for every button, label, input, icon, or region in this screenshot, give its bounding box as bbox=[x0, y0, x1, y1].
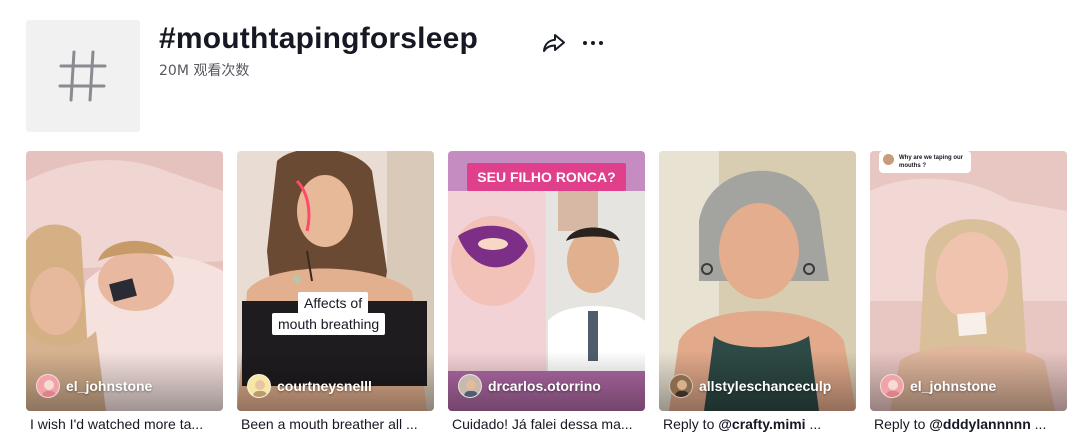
share-button[interactable] bbox=[541, 30, 567, 56]
video-caption[interactable]: Reply to @dddylannnnn ... bbox=[874, 416, 1064, 432]
video-author[interactable]: courtneysnelll bbox=[247, 374, 372, 398]
author-name: allstyleschanceculp bbox=[699, 378, 832, 394]
video-author[interactable]: drcarlos.otorrino bbox=[458, 374, 601, 398]
more-options-button[interactable] bbox=[580, 30, 606, 56]
avatar bbox=[883, 154, 894, 165]
avatar bbox=[458, 374, 482, 398]
video-caption[interactable]: Been a mouth breather all ... bbox=[241, 416, 431, 432]
video-banner: SEU FILHO RONCA? bbox=[467, 163, 626, 191]
reply-question-bubble: Why are we taping our mouths ? bbox=[879, 151, 971, 173]
video-overlay-text: mouth breathing bbox=[272, 313, 386, 335]
video-author[interactable]: el_johnstone bbox=[880, 374, 996, 398]
video-caption[interactable]: Cuidado! Já falei dessa ma... bbox=[452, 416, 642, 432]
video-author[interactable]: el_johnstone bbox=[36, 374, 152, 398]
video-caption[interactable]: Reply to @crafty.mimi ... bbox=[663, 416, 853, 432]
avatar bbox=[36, 374, 60, 398]
video-card[interactable]: allstyleschanceculp Reply to @crafty.mim… bbox=[659, 151, 856, 441]
view-count: 20M 观看次数 bbox=[159, 63, 250, 79]
author-name: drcarlos.otorrino bbox=[488, 378, 601, 394]
caption-mention[interactable]: @dddylannnnn bbox=[929, 416, 1031, 432]
video-caption[interactable]: I wish I'd watched more ta... bbox=[30, 416, 220, 432]
video-thumbnail[interactable]: el_johnstone bbox=[26, 151, 223, 411]
page-title: #mouthtapingforsleep bbox=[159, 22, 479, 55]
author-name: el_johnstone bbox=[66, 378, 153, 394]
author-name: courtneysnelll bbox=[277, 378, 372, 394]
video-thumbnail[interactable]: allstyleschanceculp bbox=[659, 151, 856, 411]
hashtag-header: #mouthtapingforsleep 20M 观看次数 bbox=[26, 20, 1066, 132]
video-card[interactable]: Affects of mouth breathing courtneysnell… bbox=[237, 151, 434, 441]
more-dots-icon bbox=[583, 41, 587, 45]
hashtag-cover bbox=[26, 20, 140, 132]
video-overlay-text: Affects of bbox=[298, 292, 369, 314]
video-thumbnail[interactable]: Why are we taping our mouths ? el_johnst… bbox=[870, 151, 1067, 411]
hashtag-icon bbox=[58, 50, 107, 102]
video-card[interactable]: el_johnstone I wish I'd watched more ta.… bbox=[26, 151, 223, 441]
share-icon bbox=[543, 34, 565, 52]
avatar bbox=[247, 374, 271, 398]
video-card[interactable]: Why are we taping our mouths ? el_johnst… bbox=[870, 151, 1067, 441]
avatar bbox=[880, 374, 904, 398]
video-card[interactable]: SEU FILHO RONCA? drcarlos.otorrino Cuida… bbox=[448, 151, 645, 441]
video-thumbnail[interactable]: Affects of mouth breathing courtneysnell… bbox=[237, 151, 434, 411]
caption-mention[interactable]: @crafty.mimi bbox=[718, 416, 805, 432]
video-thumbnail[interactable]: SEU FILHO RONCA? drcarlos.otorrino bbox=[448, 151, 645, 411]
video-author[interactable]: allstyleschanceculp bbox=[669, 374, 831, 398]
video-grid: el_johnstone I wish I'd watched more ta.… bbox=[26, 151, 1067, 441]
avatar bbox=[669, 374, 693, 398]
author-name: el_johnstone bbox=[910, 378, 997, 394]
